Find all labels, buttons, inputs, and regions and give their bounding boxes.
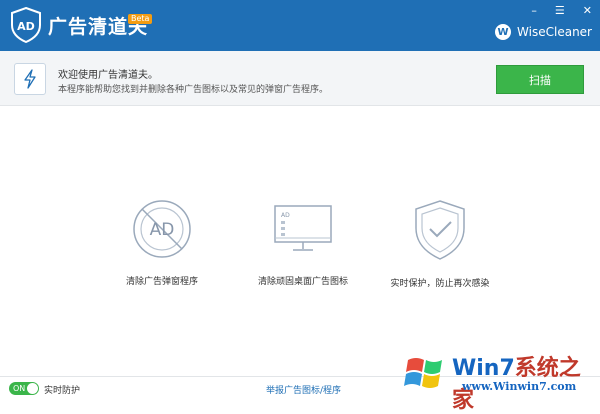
feature-label: 清除顽固桌面广告图标 <box>257 277 348 287</box>
realtime-protection-label: 实时防护 <box>44 386 81 396</box>
minimize-icon[interactable]: – <box>531 4 537 17</box>
menu-icon[interactable]: ☰ <box>555 4 565 17</box>
svg-text:AD: AD <box>281 212 290 219</box>
feature-desktop-icons: AD 清除顽固桌面广告图标 <box>233 198 373 287</box>
svg-text:AD: AD <box>17 20 35 33</box>
toggle-knob <box>27 383 38 394</box>
welcome-text: 欢迎使用广告清道夫。 <box>58 70 158 81</box>
window-controls: – ☰ ✕ <box>531 4 592 17</box>
realtime-protection-toggle[interactable]: ON <box>9 382 39 395</box>
lightning-icon <box>14 63 46 95</box>
brand-link[interactable]: W WiseCleaner <box>495 24 592 40</box>
title-bar: AD 广告清道夫 Beta – ☰ ✕ W WiseCleaner <box>0 0 600 51</box>
report-ad-link[interactable]: 举报广告图标/程序 <box>266 383 341 396</box>
feature-label: 清除广告弹窗程序 <box>125 277 198 287</box>
watermark-url: www.Winwin7.com <box>462 380 577 393</box>
feature-popup-removal: AD 清除广告弹窗程序 <box>92 198 232 287</box>
monitor-icon: AD <box>274 205 332 251</box>
feature-realtime-protection: 实时保护，防止再次感染 <box>370 198 510 289</box>
wisecleaner-logo-icon: W <box>495 24 512 40</box>
watermark-title-main: Win7 <box>452 356 515 381</box>
shield-check-icon <box>415 200 465 260</box>
app-logo-shield-icon: AD <box>11 7 41 43</box>
ad-block-icon: AD <box>133 200 191 258</box>
beta-badge: Beta <box>128 14 153 24</box>
scan-button[interactable]: 扫描 <box>496 65 584 94</box>
windows-flag-icon <box>404 358 442 388</box>
toggle-text: ON <box>13 384 26 393</box>
description-text: 本程序能帮助您找到并删除各种广告图标以及常见的弹窗广告程序。 <box>58 85 329 95</box>
svg-text:AD: AD <box>150 220 175 240</box>
feature-label: 实时保护，防止再次感染 <box>390 279 490 289</box>
close-icon[interactable]: ✕ <box>583 4 592 17</box>
brand-name: WiseCleaner <box>517 25 592 39</box>
